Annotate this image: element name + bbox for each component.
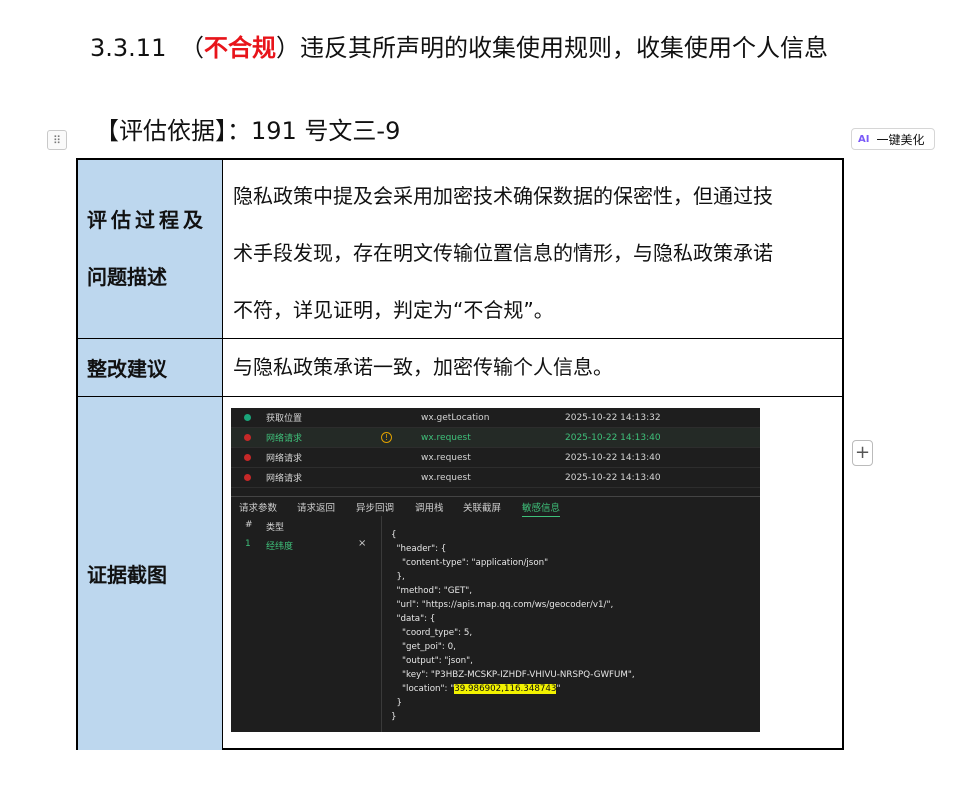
label-cell-evidence: 证据截图 bbox=[78, 397, 222, 750]
request-api: wx.request bbox=[421, 452, 471, 463]
row-index: 1 bbox=[245, 539, 251, 549]
code-line: "data": { bbox=[391, 614, 436, 624]
tab-async-callback: 异步回调 bbox=[356, 503, 395, 514]
code-line: "coord_type": 5, bbox=[391, 628, 473, 638]
request-api: wx.request bbox=[421, 432, 471, 443]
status-dot bbox=[244, 474, 251, 481]
label-cell-process: 评估过程及 问题描述 bbox=[78, 160, 222, 338]
status-dot bbox=[244, 454, 251, 461]
content-process-line3: 不符，详见证明，判定为“不合规”。 bbox=[233, 298, 554, 322]
add-icon[interactable]: + bbox=[852, 440, 873, 466]
beautify-button[interactable]: AI 一键美化 bbox=[851, 128, 935, 150]
content-process: 隐私政策中提及会采用加密技术确保数据的保密性，但通过技 术手段发现，存在明文传输… bbox=[223, 168, 842, 339]
code-line: "output": "json", bbox=[391, 656, 473, 666]
ai-icon: AI bbox=[858, 133, 870, 145]
status-dot bbox=[244, 414, 251, 421]
request-name: 网络请求 bbox=[266, 434, 303, 444]
content-rectification: 与隐私政策承诺一致，加密传输个人信息。 bbox=[233, 355, 613, 379]
tab-request-params: 请求参数 bbox=[239, 503, 278, 514]
verdict-label: 不合规 bbox=[203, 34, 276, 62]
request-time: 2025-10-22 14:13:40 bbox=[565, 432, 661, 443]
tab-call-stack: 调用栈 bbox=[415, 503, 444, 514]
code-line: "header": { bbox=[391, 544, 447, 554]
code-line: "get_poi": 0, bbox=[391, 642, 456, 652]
request-json: { "header": { "content-type": "applicati… bbox=[391, 528, 635, 724]
label-rectification: 整改建议 bbox=[87, 357, 167, 381]
content-process-line1: 隐私政策中提及会采用加密技术确保数据的保密性，但通过技 bbox=[233, 184, 773, 208]
code-line: } bbox=[391, 698, 403, 708]
code-line: "url": "https://apis.map.qq.com/ws/geoco… bbox=[391, 600, 614, 610]
request-row-selected: 网络请求 ! wx.request 2025-10-22 14:13:40 bbox=[231, 428, 760, 448]
paren-open: （ bbox=[179, 34, 204, 62]
sensitive-type-pane: # 类型 1 经纬度 × bbox=[231, 516, 382, 732]
column-divider bbox=[222, 160, 223, 748]
content-process-line2: 术手段发现，存在明文传输位置信息的情形，与隐私政策承诺 bbox=[233, 241, 773, 265]
row-divider-1 bbox=[78, 338, 842, 339]
request-name: 获取位置 bbox=[266, 414, 303, 424]
location-value-highlight: 39.986902,116.348743 bbox=[454, 684, 557, 694]
code-line: } bbox=[391, 712, 397, 722]
drag-handle-icon[interactable]: ⠿ bbox=[47, 130, 67, 150]
section-heading: 3.3.11 （不合规）违反其所声明的收集使用规则，收集使用个人信息 bbox=[90, 30, 828, 66]
close-icon: × bbox=[358, 538, 367, 549]
warning-icon: ! bbox=[381, 432, 392, 443]
location-key: "location": " bbox=[391, 684, 455, 694]
add-glyph: + bbox=[854, 442, 871, 463]
detail-tabs: 请求参数 请求返回 异步回调 调用栈 关联截屏 敏感信息 bbox=[231, 496, 760, 517]
code-line: "key": "P3HBZ-MCSKP-IZHDF-VHIVU-NRSPQ-GW… bbox=[391, 670, 635, 680]
tab-linked-screenshot: 关联截屏 bbox=[463, 503, 502, 514]
label-evidence: 证据截图 bbox=[87, 563, 167, 587]
label-process-line2: 问题描述 bbox=[87, 265, 167, 289]
row-type: 经纬度 bbox=[266, 542, 294, 552]
request-name: 网络请求 bbox=[266, 474, 303, 484]
code-line: }, bbox=[391, 572, 405, 582]
code-line-location: "location": "39.986902,116.348743" bbox=[391, 682, 635, 696]
beautify-label: 一键美化 bbox=[876, 132, 925, 147]
col-index-header: # bbox=[245, 520, 253, 530]
code-line: "content-type": "application/json" bbox=[391, 558, 549, 568]
request-row: 获取位置 wx.getLocation 2025-10-22 14:13:32 bbox=[231, 408, 760, 428]
code-line: "method": "GET", bbox=[391, 586, 473, 596]
request-time: 2025-10-22 14:13:40 bbox=[565, 452, 661, 463]
label-cell-rectification: 整改建议 bbox=[78, 339, 222, 396]
assessment-basis: 【评估依据】：191 号文三-9 bbox=[95, 117, 401, 145]
status-dot bbox=[244, 434, 251, 441]
evidence-screenshot: 获取位置 wx.getLocation 2025-10-22 14:13:32 … bbox=[231, 408, 760, 732]
section-number: 3.3.11 bbox=[90, 34, 167, 62]
request-name: 网络请求 bbox=[266, 454, 303, 464]
tab-sensitive-info: 敏感信息 bbox=[522, 500, 561, 517]
request-row: 网络请求 wx.request 2025-10-22 14:13:40 bbox=[231, 448, 760, 468]
drag-handle-glyph: ⠿ bbox=[52, 133, 62, 147]
request-api: wx.request bbox=[421, 472, 471, 483]
label-process-line1: 评估过程及 bbox=[87, 208, 207, 232]
section-title: 违反其所声明的收集使用规则，收集使用个人信息 bbox=[299, 34, 828, 62]
code-line: { bbox=[391, 530, 397, 540]
tab-response: 请求返回 bbox=[297, 503, 336, 514]
request-time: 2025-10-22 14:13:40 bbox=[565, 472, 661, 483]
request-time: 2025-10-22 14:13:32 bbox=[565, 412, 661, 423]
row-divider-2 bbox=[78, 396, 842, 397]
col-type-header: 类型 bbox=[266, 523, 285, 533]
paren-close: ） bbox=[275, 34, 300, 62]
request-row: 网络请求 wx.request 2025-10-22 14:13:40 bbox=[231, 468, 760, 488]
request-api: wx.getLocation bbox=[421, 412, 490, 423]
location-suffix: " bbox=[556, 684, 561, 694]
